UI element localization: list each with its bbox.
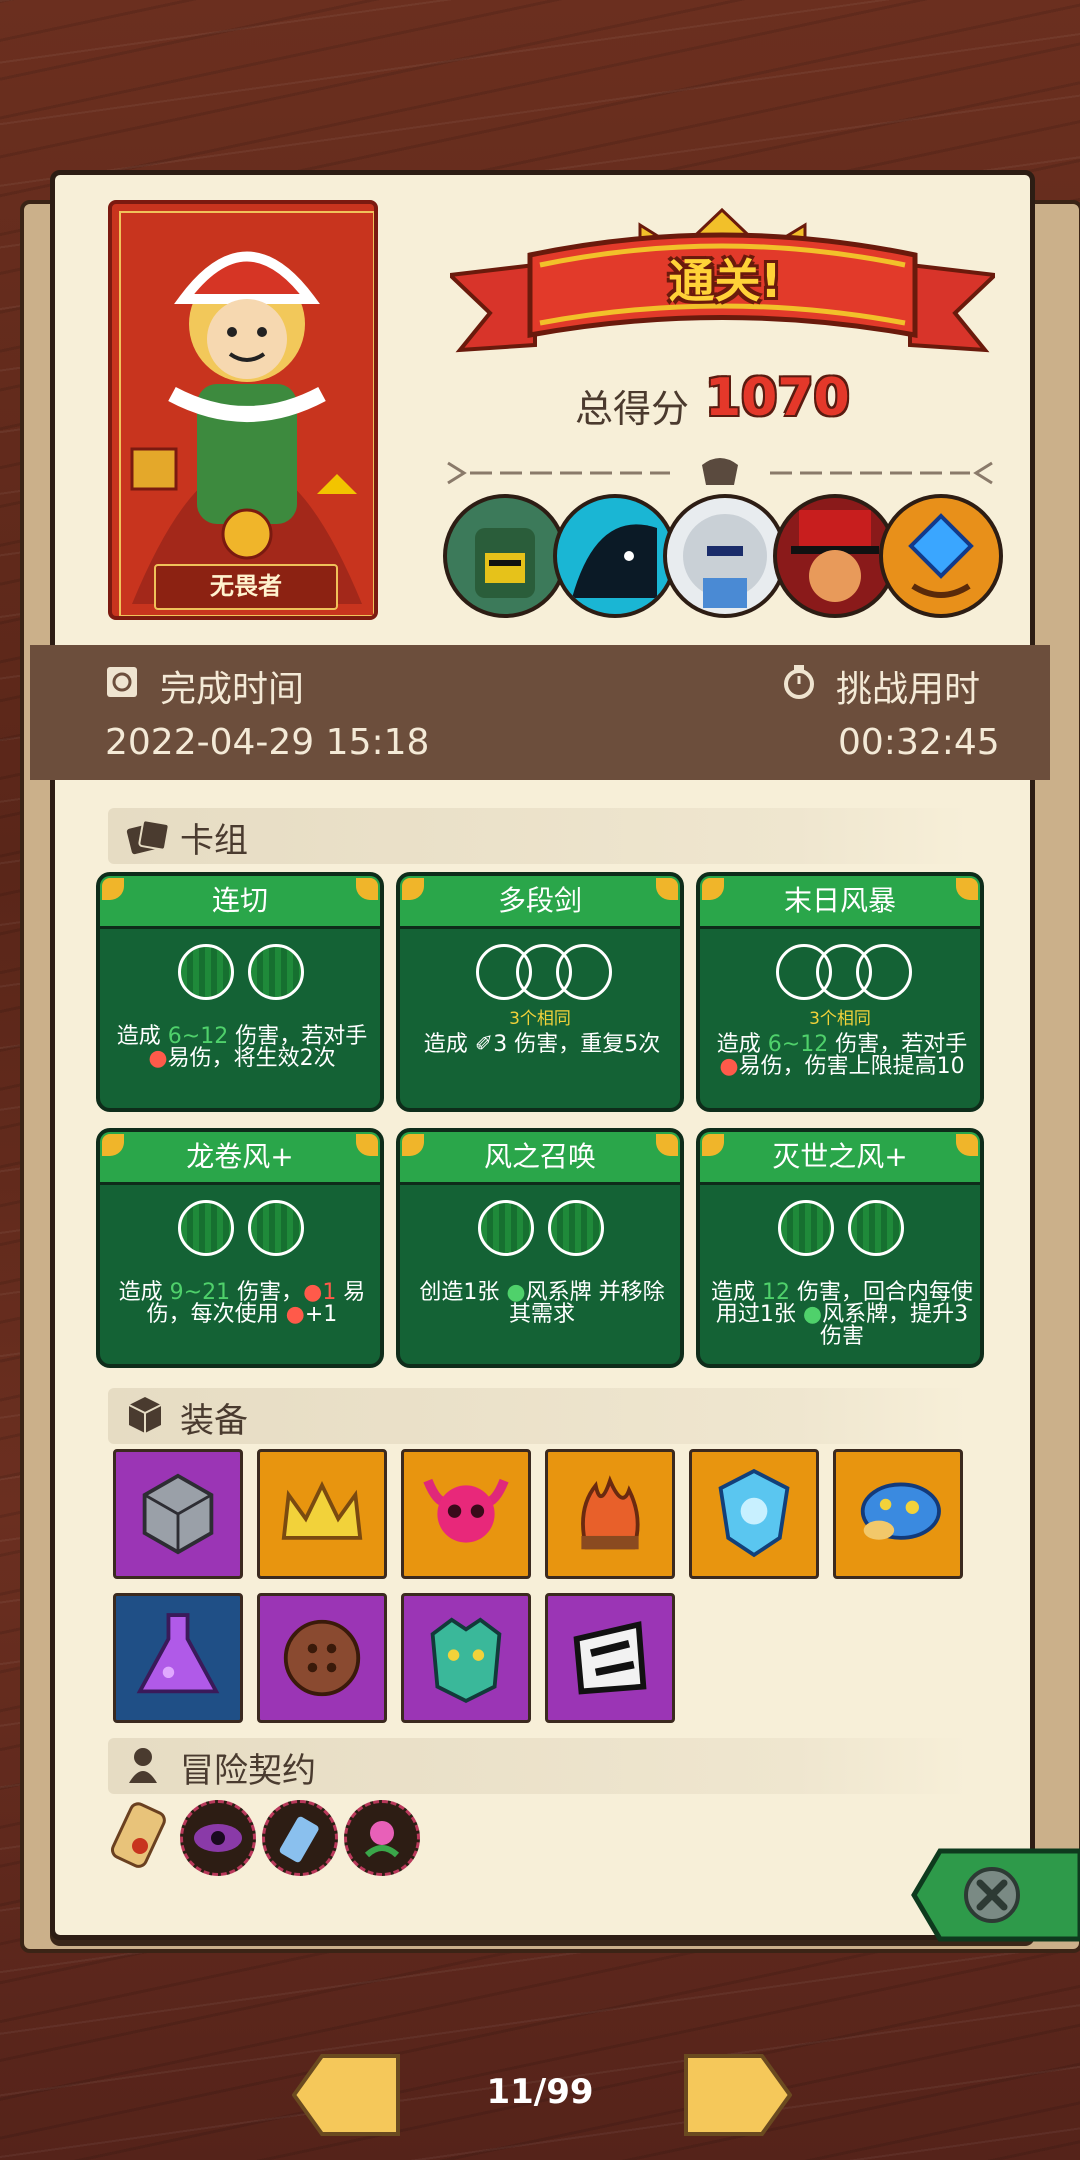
finish-time-label: 完成时间 (160, 669, 305, 710)
card-title: 龙卷风+ (186, 1140, 294, 1173)
ice-shield-icon[interactable] (689, 1449, 819, 1579)
duration-label: 挑战用时 (836, 669, 981, 710)
wind-orb-icon (778, 1200, 834, 1256)
wind-orb-icon (248, 944, 304, 1000)
hero-card[interactable]: 无畏者 (108, 200, 378, 620)
wind-orb-icon (548, 1200, 604, 1256)
empty-wind-orb-icon (556, 944, 612, 1000)
wind-orb-icon (478, 1200, 534, 1256)
card-title: 灭世之风+ (772, 1140, 908, 1173)
purple-eye-icon[interactable] (180, 1800, 256, 1876)
skill-card[interactable]: 风之召唤创造1张 ●风系牌 并移除其需求 (396, 1128, 684, 1368)
next-page-button[interactable] (682, 2052, 792, 2138)
desc-text: 造成 (423, 1032, 475, 1057)
card-title: 风之召唤 (483, 1140, 596, 1173)
card-description: 造成 9~21 伤害，●1 易伤，每次使用 ●+1 (110, 1282, 374, 1326)
duration-value: 00:32:45 (838, 722, 1000, 763)
close-button[interactable] (910, 1845, 1080, 1945)
desc-text: 风系牌 并移除其需求 (508, 1280, 665, 1327)
card-cost-orbs (700, 1200, 980, 1264)
card-cost-orbs (100, 1200, 380, 1264)
card-description: 造成 12 伤害，回合内每使用过1张 ●风系牌，提升3伤害 (710, 1282, 974, 1348)
card-title: 末日风暴 (783, 884, 896, 917)
calendar-icon (107, 667, 137, 697)
flame-wood-icon[interactable] (545, 1449, 675, 1579)
skill-card[interactable]: 连切造成 6~12 伤害，若对手 ●易伤，将生效2次 (96, 872, 384, 1112)
blue-crystal-boss-avatar[interactable] (879, 494, 1003, 618)
wind-orb-icon (848, 1200, 904, 1256)
page-counter: 11/99 (486, 2072, 594, 2112)
card-description: 造成 6~12 伤害，若对手 ●易伤，将生效2次 (110, 1026, 374, 1070)
stopwatch-icon (784, 665, 814, 699)
card-cost-orbs (100, 944, 380, 1008)
finish-time-value: 2022-04-29 15:18 (105, 722, 430, 763)
sword-icon: ✐ (474, 1032, 494, 1057)
pink-flower-icon[interactable] (344, 1800, 420, 1876)
person-icon (129, 1748, 157, 1783)
card-cost-orbs (700, 944, 980, 1008)
scroll-icon[interactable] (100, 1800, 176, 1880)
broken-rune-icon[interactable] (545, 1593, 675, 1723)
card-title: 多段剑 (497, 884, 582, 917)
green-helmet-boss-avatar[interactable] (443, 494, 567, 618)
wind-orb-icon (178, 944, 234, 1000)
wooden-button-icon[interactable] (257, 1593, 387, 1723)
vulnerable-value: ● (719, 1054, 739, 1079)
card-description: 造成 ✐3 伤害，重复5次 (410, 1034, 674, 1056)
desc-text: 易伤，伤害上限提高10 (738, 1054, 965, 1079)
white-hair-boss-avatar[interactable] (663, 494, 787, 618)
ornament-divider (447, 458, 993, 485)
cards-icon (126, 819, 170, 855)
box-icon (128, 1397, 162, 1433)
blue-spotted-mushroom-icon[interactable] (833, 1449, 963, 1579)
score-label: 总得分 (575, 387, 690, 431)
card-cost-orbs (400, 944, 680, 1008)
skill-card[interactable]: 灭世之风+ 造成 12 伤害，回合内每使用过1张 ●风系牌，提升3伤害 (696, 1128, 984, 1368)
wind-orb-icon (178, 1200, 234, 1256)
deck-title: 卡组 (180, 821, 248, 861)
victory-title: 通关! (668, 254, 782, 308)
equipment-title: 装备 (180, 1401, 248, 1441)
prev-page-button[interactable] (292, 2052, 402, 2138)
desc-text: +1 (304, 1302, 338, 1327)
crown-icon[interactable] (257, 1449, 387, 1579)
vulnerable-value: ● (285, 1302, 305, 1327)
stone-cube-icon[interactable] (113, 1449, 243, 1579)
skill-card[interactable]: 龙卷风+ 造成 9~21 伤害，●1 易伤，每次使用 ●+1 (96, 1128, 384, 1368)
contract-title: 冒险契约 (180, 1751, 316, 1791)
same-requirement-label: 3个相同 (509, 1009, 571, 1029)
wind-orb-icon (248, 1200, 304, 1256)
desc-text: 创造1张 (419, 1280, 507, 1305)
desc-text: 易伤，将生效2次 (167, 1046, 336, 1071)
purple-potion-flask-icon[interactable] (113, 1593, 243, 1723)
score-value: 1070 (705, 368, 850, 428)
desc-text: 风系牌，提升3伤害 (819, 1302, 969, 1349)
skill-card[interactable]: 末日风暴 3个相同造成 6~12 伤害，若对手 ●易伤，伤害上限提高10 (696, 872, 984, 1112)
green-demon-mask-icon[interactable] (401, 1593, 531, 1723)
card-description: 造成 6~12 伤害，若对手 ●易伤，伤害上限提高10 (710, 1034, 974, 1078)
vulnerable-value: ● (148, 1046, 168, 1071)
skill-card[interactable]: 多段剑 3个相同造成 ✐3 伤害，重复5次 (396, 872, 684, 1112)
blue-tag-icon[interactable] (262, 1800, 338, 1876)
card-title: 连切 (211, 884, 268, 917)
card-description: 创造1张 ●风系牌 并移除其需求 (410, 1282, 674, 1326)
same-requirement-label: 3个相同 (809, 1009, 871, 1029)
horned-skull-icon[interactable] (401, 1449, 531, 1579)
card-cost-orbs (400, 1200, 680, 1264)
shadow-beast-boss-avatar[interactable] (553, 494, 677, 618)
desc-text: 3 伤害，重复5次 (493, 1032, 661, 1057)
empty-wind-orb-icon (856, 944, 912, 1000)
hero-name: 无畏者 (154, 564, 338, 610)
